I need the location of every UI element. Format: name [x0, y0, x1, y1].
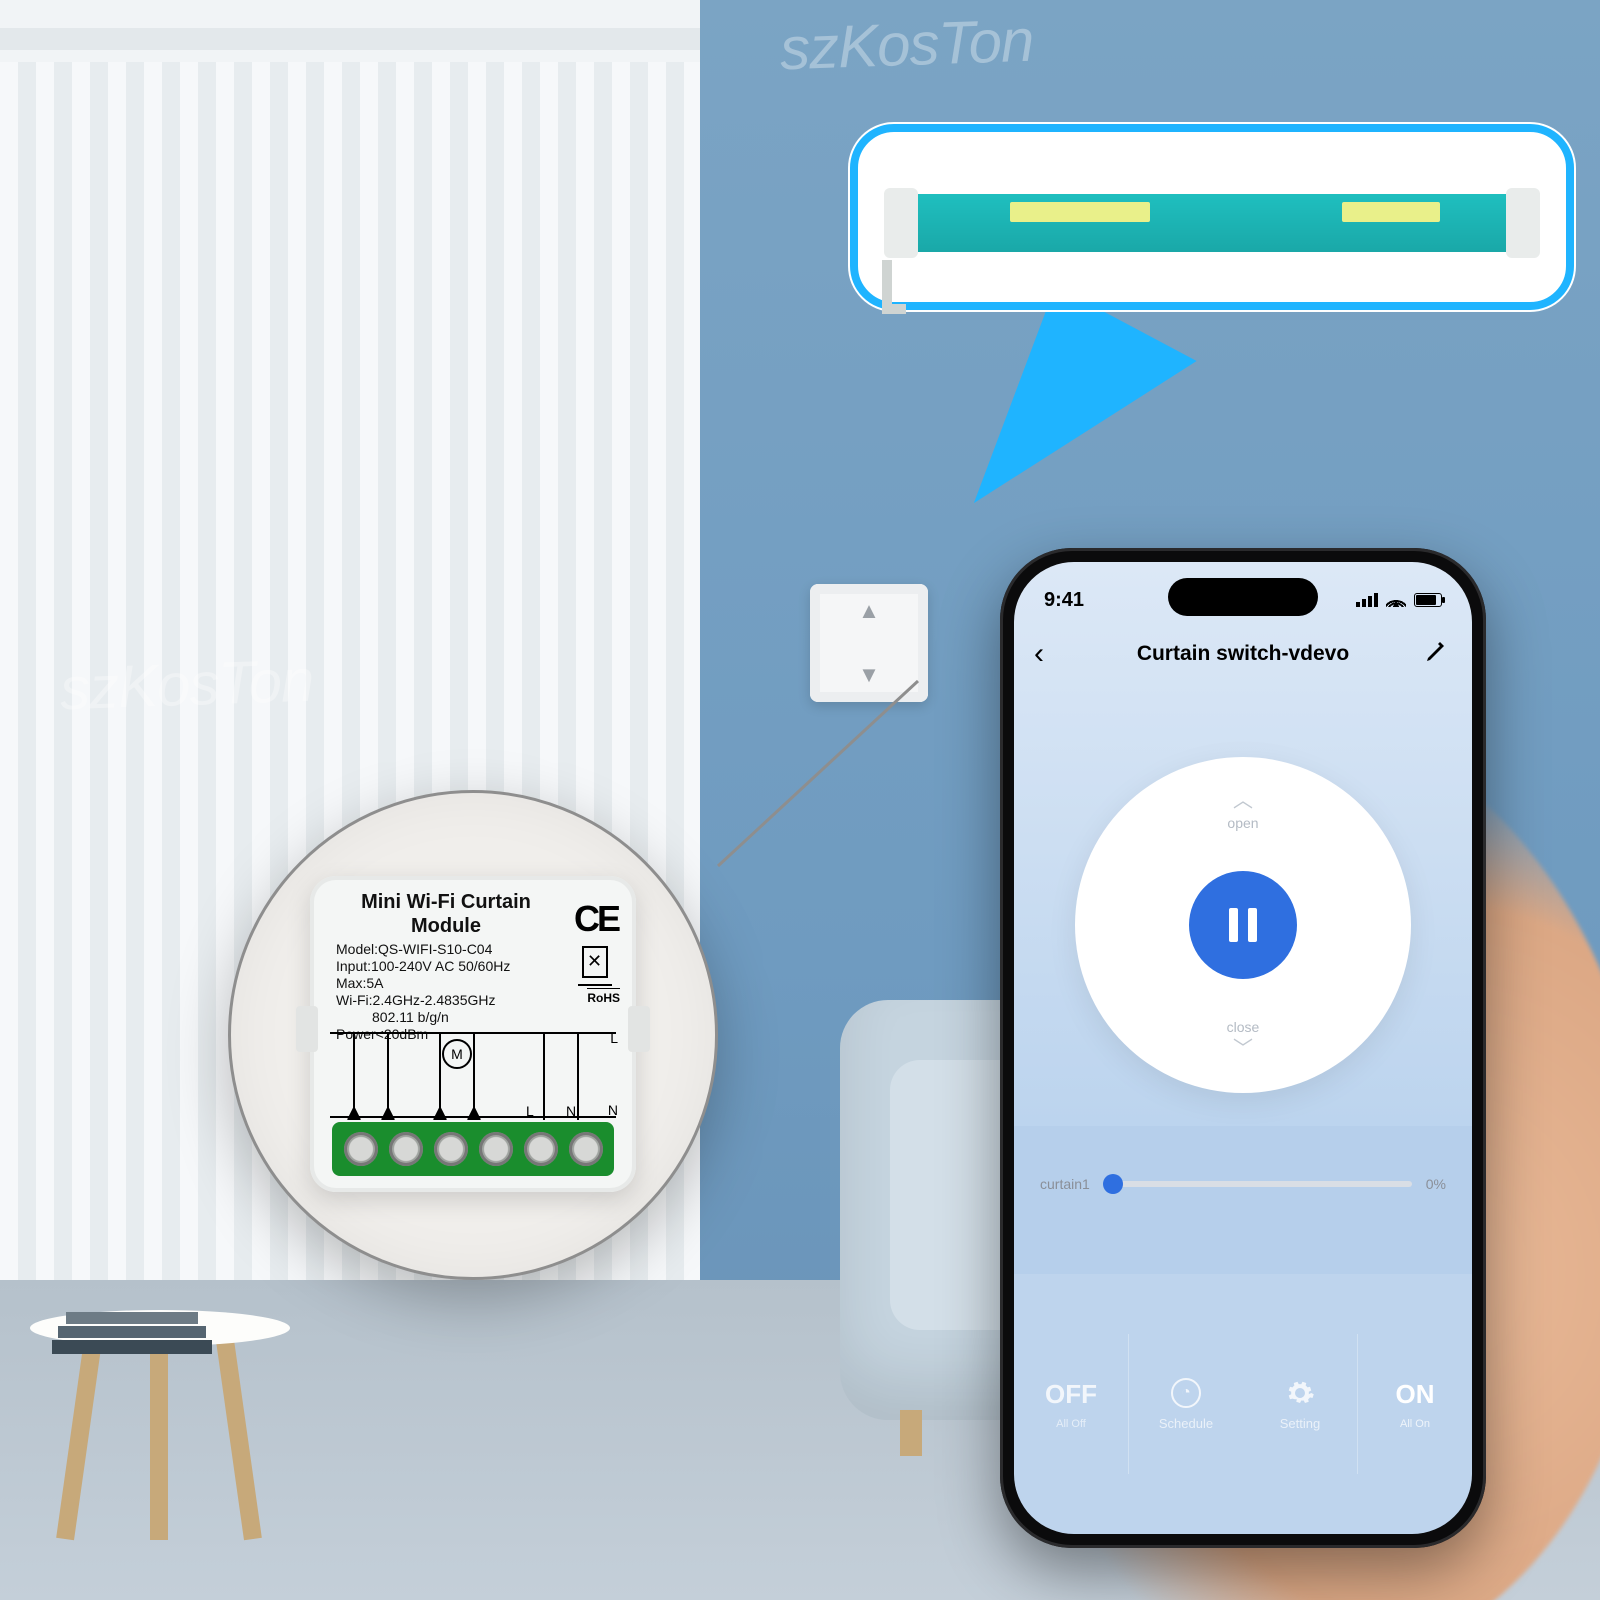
tubular-motor: [894, 194, 1530, 252]
curtain-rod: [0, 28, 700, 50]
ce-mark-icon: CE: [574, 898, 618, 940]
slider-thumb[interactable]: [1103, 1174, 1123, 1194]
schedule-button[interactable]: ◔ Schedule: [1129, 1274, 1243, 1534]
all-on-button[interactable]: ON All On: [1358, 1274, 1472, 1534]
bottom-action-bar: OFF All Off ◔ Schedule Setting ON: [1014, 1274, 1472, 1534]
module-callout: Mini Wi-Fi Curtain Module Model:QS-WIFI-…: [228, 790, 718, 1280]
module-label-text: Mini Wi-Fi Curtain Module Model:QS-WIFI-…: [336, 890, 556, 1043]
pause-button[interactable]: [1189, 871, 1297, 979]
module-callout-line: [708, 676, 928, 876]
settings-button[interactable]: Setting: [1243, 1274, 1357, 1534]
chevron-up-icon: ︿: [1233, 791, 1253, 811]
close-button[interactable]: close ﹀: [1227, 1019, 1260, 1059]
curtain-control-dial: ︿ open close ﹀: [1014, 710, 1472, 1140]
product-marketing-scene: ▲ ▼ szKosTon szKosTon szKosTon Mini Wi-F…: [0, 0, 1600, 1600]
wiring-diagram: L N M L N: [330, 1032, 616, 1118]
dynamic-island: [1168, 578, 1318, 616]
phone-screen: 9:41 ‹ Curtain switch-vdevo ︿: [1014, 562, 1472, 1534]
watermark: szKosTon: [779, 6, 1035, 84]
switch-up-icon: ▲: [858, 598, 880, 624]
wifi-curtain-module: Mini Wi-Fi Curtain Module Model:QS-WIFI-…: [310, 876, 636, 1192]
gear-icon: [1285, 1378, 1315, 1408]
pencil-icon: [1424, 640, 1448, 664]
app-header: ‹ Curtain switch-vdevo: [1014, 626, 1472, 682]
back-button[interactable]: ‹: [1034, 637, 1044, 671]
battery-icon: [1414, 593, 1442, 607]
svg-text:N: N: [566, 1103, 576, 1119]
wifi-icon: [1386, 593, 1406, 607]
books-stack: [52, 1310, 212, 1354]
status-time: 9:41: [1044, 589, 1084, 612]
pause-icon: [1229, 908, 1257, 942]
chevron-down-icon: ﹀: [1233, 1039, 1253, 1059]
screw-terminals: [332, 1122, 614, 1176]
weee-bin-icon: [582, 946, 608, 978]
device-title: Curtain switch-vdevo: [1137, 642, 1349, 666]
svg-text:M: M: [451, 1046, 463, 1062]
svg-text:L: L: [526, 1103, 534, 1119]
open-button[interactable]: ︿ open: [1227, 791, 1258, 831]
slider-label: curtain1: [1040, 1176, 1090, 1192]
position-slider-row: curtain1 0%: [1040, 1176, 1446, 1192]
rohs-mark: RoHS: [587, 988, 620, 1005]
edit-button[interactable]: [1424, 640, 1448, 669]
smartphone: 9:41 ‹ Curtain switch-vdevo ︿: [1000, 548, 1486, 1548]
clock-icon: ◔: [1171, 1378, 1201, 1408]
slider-value: 0%: [1426, 1176, 1446, 1192]
position-slider[interactable]: [1104, 1181, 1412, 1187]
watermark: szKosTon: [59, 646, 315, 724]
all-off-button[interactable]: OFF All Off: [1014, 1274, 1128, 1534]
cellular-signal-icon: [1356, 593, 1378, 607]
motor-callout: [850, 124, 1574, 310]
motor-bracket-icon: [882, 260, 906, 314]
